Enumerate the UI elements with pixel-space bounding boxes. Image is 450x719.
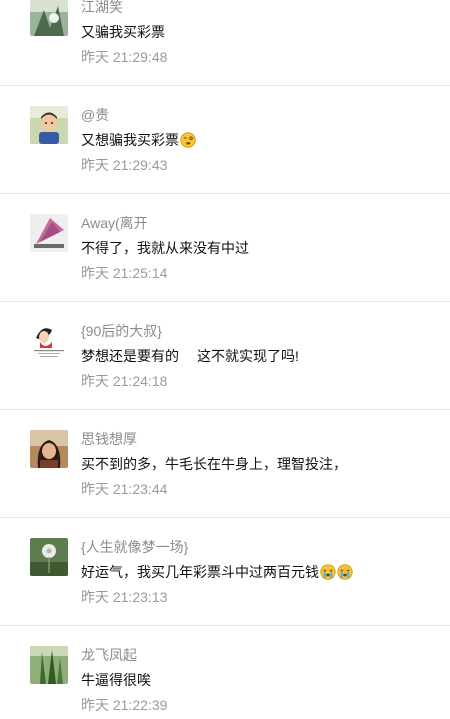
timestamp: 昨天 21:29:48 — [81, 49, 168, 65]
comment-list: 江湖笑 又骗我买彩票 昨天 21:29:48 @贵 又想骗我买彩票 昨天 21:… — [0, 0, 450, 719]
nickname[interactable]: 思钱想厚 — [81, 430, 137, 448]
nickname[interactable]: {人生就像梦一场} — [81, 538, 188, 556]
comment-item: {90后的大叔} 梦想还是要有的 这不就实现了吗! 昨天 21:24:18 — [0, 302, 450, 410]
crying-face-emoji-icon — [337, 564, 353, 580]
crying-face-emoji-icon — [320, 564, 336, 580]
dandelion-photo-icon — [30, 538, 68, 576]
comment-text-part: 这不就实现了吗! — [197, 348, 299, 364]
comment-item: {人生就像梦一场} 好运气，我买几年彩票斗中过两百元钱 昨天 21:23:13 — [0, 518, 450, 626]
comment-text: 又想骗我买彩票 — [81, 130, 196, 150]
woman-photo-icon — [30, 430, 68, 468]
cactus-photo-icon — [30, 646, 68, 684]
timestamp: 昨天 21:29:43 — [81, 157, 168, 173]
nickname[interactable]: Away(离开 — [81, 214, 148, 232]
cartoon-person-icon — [30, 322, 68, 360]
nickname[interactable]: {90后的大叔} — [81, 322, 162, 340]
timestamp: 昨天 21:22:39 — [81, 697, 168, 713]
comment-text: 买不到的多，牛毛长在牛身上，理智投注， — [81, 456, 347, 472]
comment-text-part: 梦想还是要有的 — [81, 348, 179, 364]
timestamp: 昨天 21:23:13 — [81, 589, 168, 605]
avatar[interactable] — [30, 430, 68, 468]
child-photo-icon — [30, 106, 68, 144]
nickname[interactable]: 江湖笑 — [81, 0, 123, 16]
comment-item: 龙飞凤起 牛逼得很唉 昨天 21:22:39 — [0, 626, 450, 719]
avatar[interactable] — [30, 106, 68, 144]
comment-text: 好运气，我买几年彩票斗中过两百元钱 — [81, 562, 353, 582]
avatar[interactable] — [30, 538, 68, 576]
comment-text: 牛逼得很唉 — [81, 672, 151, 688]
comment-page: 江湖笑 又骗我买彩票 昨天 21:29:48 @贵 又想骗我买彩票 昨天 21:… — [0, 0, 450, 719]
green-plant-photo-icon — [30, 0, 68, 36]
timestamp: 昨天 21:25:14 — [81, 265, 168, 281]
avatar[interactable] — [30, 646, 68, 684]
timestamp: 昨天 21:24:18 — [81, 373, 168, 389]
nickname[interactable]: 龙飞凤起 — [81, 646, 137, 664]
comment-text: 不得了，我就从来没有中过 — [81, 240, 249, 256]
dizzy-face-emoji-icon — [180, 132, 196, 148]
comment-item: @贵 又想骗我买彩票 昨天 21:29:43 — [0, 86, 450, 194]
comment-text: 梦想还是要有的 这不就实现了吗! — [81, 346, 299, 366]
comment-item: Away(离开 不得了，我就从来没有中过 昨天 21:25:14 — [0, 194, 450, 302]
pink-umbrella-photo-icon — [30, 214, 68, 252]
comment-item: 江湖笑 又骗我买彩票 昨天 21:29:48 — [0, 0, 450, 86]
comment-text: 又骗我买彩票 — [81, 24, 165, 40]
nickname[interactable]: @贵 — [81, 106, 109, 124]
comment-text-body: 好运气，我买几年彩票斗中过两百元钱 — [81, 564, 319, 580]
comment-text-body: 又想骗我买彩票 — [81, 132, 179, 148]
comment-item: 思钱想厚 买不到的多，牛毛长在牛身上，理智投注， 昨天 21:23:44 — [0, 410, 450, 518]
avatar[interactable] — [30, 214, 68, 252]
timestamp: 昨天 21:23:44 — [81, 481, 168, 497]
avatar[interactable] — [30, 322, 68, 360]
avatar[interactable] — [30, 0, 68, 36]
